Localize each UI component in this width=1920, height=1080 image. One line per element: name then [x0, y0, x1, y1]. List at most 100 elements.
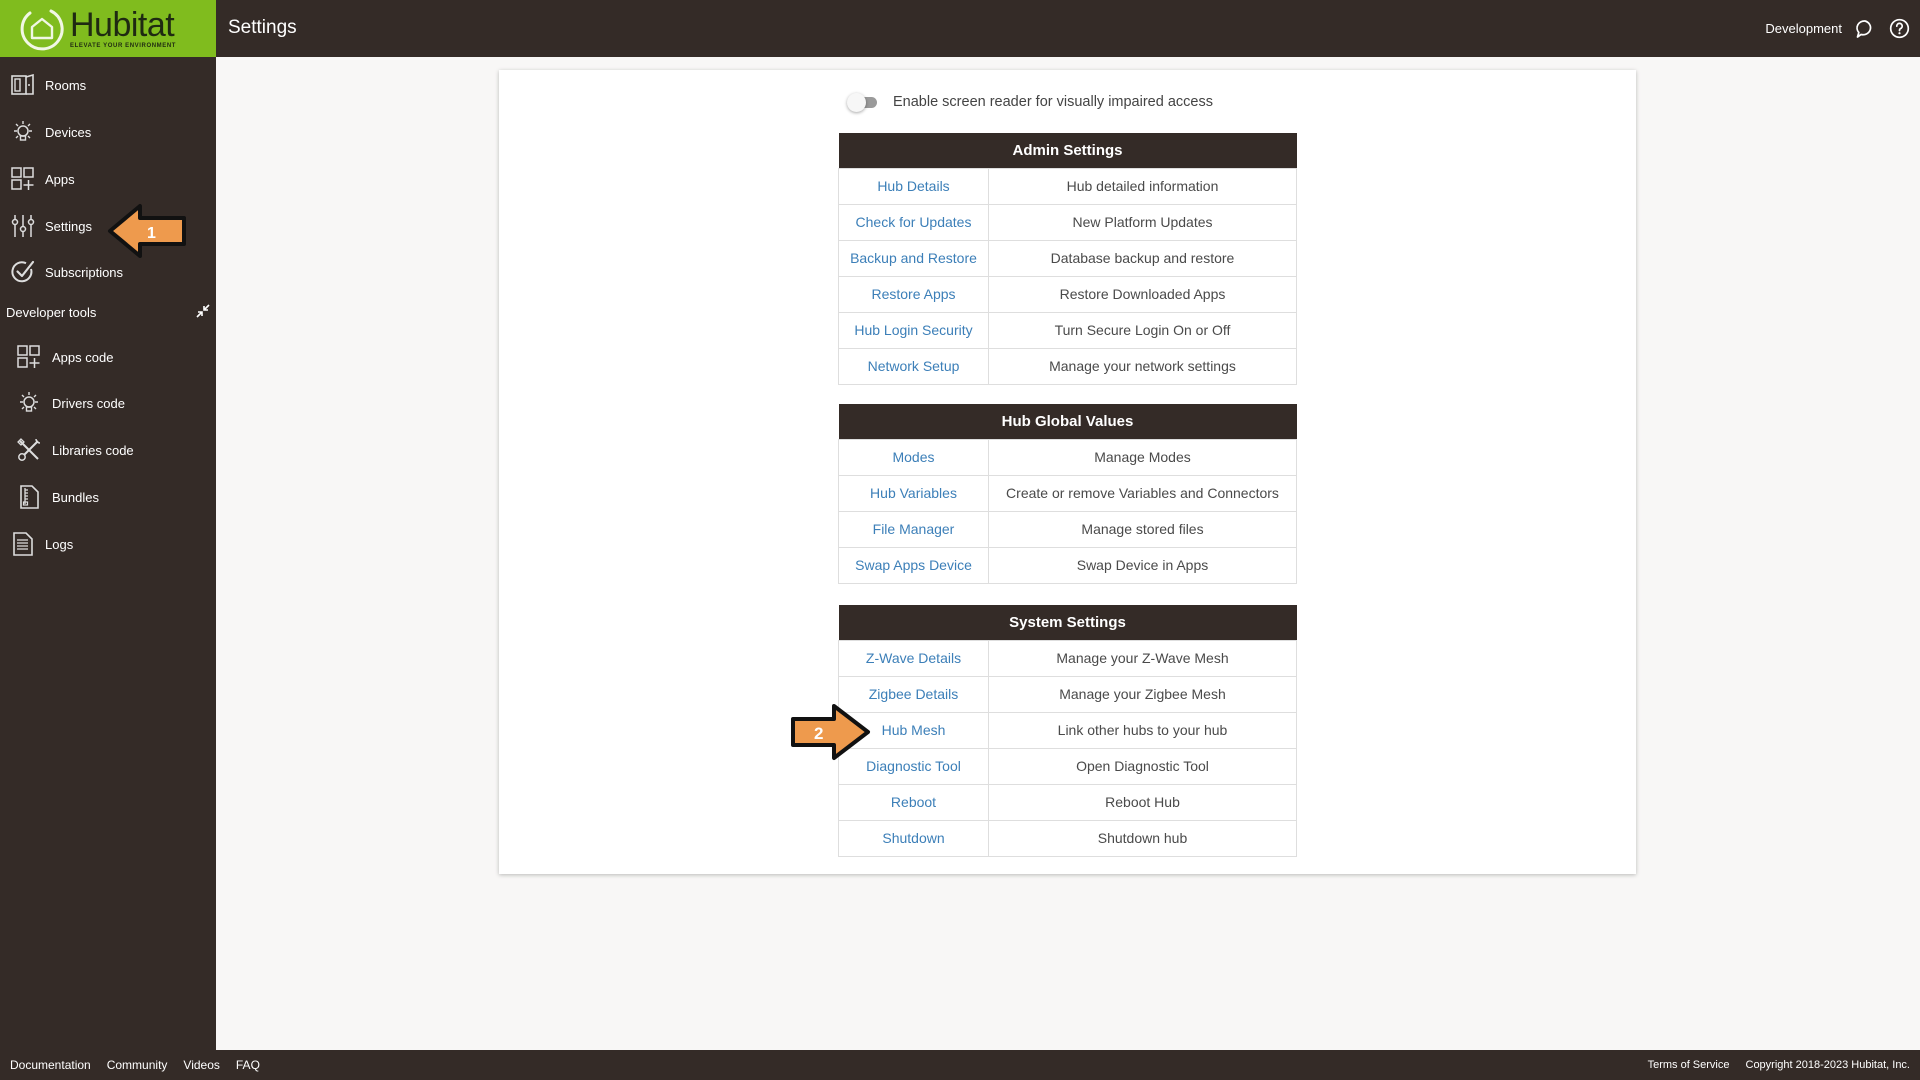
settings-row: Reboot Reboot Hub [838, 783, 1297, 821]
settings-link-check-for-updates[interactable]: Check for Updates [838, 203, 989, 241]
document-icon [11, 532, 35, 556]
sidebar-item-apps-code[interactable]: Apps code [0, 338, 216, 376]
sidebar-item-drivers-code[interactable]: Drivers code [0, 384, 216, 422]
admin-settings-table: Admin Settings Hub Details Hub detailed i… [838, 133, 1297, 385]
settings-row: File Manager Manage stored files [838, 510, 1297, 548]
help-icon[interactable] [1888, 18, 1910, 40]
collapse-icon[interactable] [196, 304, 210, 321]
sidebar-item-label: Settings [45, 218, 92, 234]
section-title: Admin Settings [838, 133, 1297, 168]
settings-description: Restore Downloaded Apps [988, 275, 1297, 313]
sidebar-item-libraries-code[interactable]: Libraries code [0, 431, 216, 469]
annotation-label-2: 2 [814, 724, 823, 743]
sidebar-item-label: Apps [45, 171, 75, 187]
sidebar-item-logs[interactable]: Logs [0, 525, 216, 563]
settings-row: Z-Wave Details Manage your Z-Wave Mesh [838, 639, 1297, 677]
developer-tools-header[interactable]: Developer tools [6, 304, 210, 321]
settings-row: Swap Apps Device Swap Device in Apps [838, 546, 1297, 584]
settings-description: Manage stored files [988, 510, 1297, 548]
screen-reader-toggle-label: Enable screen reader for visually impair… [893, 94, 1213, 110]
hub-global-values-table: Hub Global Values Modes Manage Modes Hub V… [838, 404, 1297, 584]
footer: Documentation Community Videos FAQ Terms… [0, 1050, 1920, 1080]
sidebar-item-label: Drivers code [52, 395, 125, 411]
sidebar-item-label: Rooms [45, 77, 87, 93]
settings-link-file-manager[interactable]: File Manager [838, 510, 989, 548]
settings-description: New Platform Updates [988, 203, 1297, 241]
sidebar-item-label: Apps code [52, 349, 114, 365]
settings-link-hub-details[interactable]: Hub Details [838, 167, 989, 205]
screen-reader-toggle-row: Enable screen reader for visually impair… [847, 92, 1213, 112]
lightbulb-icon [11, 120, 35, 144]
settings-row: Diagnostic Tool Open Diagnostic Tool [838, 747, 1297, 785]
settings-link-backup-and-restore[interactable]: Backup and Restore [838, 239, 989, 277]
sidebar-item-apps[interactable]: Apps [0, 160, 216, 198]
footer-link-videos[interactable]: Videos [183, 1058, 219, 1072]
hub-environment-label: Development [1765, 21, 1842, 36]
system-settings-table: System Settings Z-Wave Details Manage you… [838, 605, 1297, 857]
sidebar-item-label: Devices [45, 124, 92, 140]
settings-link-restore-apps[interactable]: Restore Apps [838, 275, 989, 313]
section-title: System Settings [838, 605, 1297, 640]
settings-link-swap-apps-device[interactable]: Swap Apps Device [838, 546, 989, 584]
settings-link-modes[interactable]: Modes [838, 438, 989, 476]
settings-row: Backup and Restore Database backup and re… [838, 239, 1297, 277]
developer-tools-label: Developer tools [6, 305, 97, 320]
logo-word: Hubitat [70, 6, 175, 44]
sidebar-item-devices[interactable]: Devices [0, 113, 216, 151]
sidebar: Rooms Devices Apps Settings Subscription… [0, 57, 216, 1050]
annotation-arrow-1: 1 [108, 204, 186, 258]
settings-description: Manage your Zigbee Mesh [988, 675, 1297, 713]
hubitat-logo[interactable]: Hubitat ELEVATE YOUR ENVIRONMENT [0, 0, 216, 57]
settings-description: Manage your network settings [988, 347, 1297, 385]
chat-bubble-icon[interactable] [1854, 18, 1876, 40]
settings-description: Hub detailed information [988, 167, 1297, 205]
settings-description: Manage Modes [988, 438, 1297, 476]
sidebar-item-rooms[interactable]: Rooms [0, 66, 216, 104]
settings-description: Create or remove Variables and Connector… [988, 474, 1297, 512]
settings-row: Modes Manage Modes [838, 438, 1297, 476]
settings-row: Hub Variables Create or remove Variables … [838, 474, 1297, 512]
apps-grid-icon [11, 167, 35, 191]
sliders-icon [11, 214, 35, 238]
page-title: Settings [228, 17, 297, 38]
copyright-text: Copyright 2018-2023 Hubitat, Inc. [1745, 1059, 1911, 1071]
footer-link-faq[interactable]: FAQ [236, 1058, 260, 1072]
house-logo-icon [18, 5, 66, 53]
settings-description: Swap Device in Apps [988, 546, 1297, 584]
sidebar-item-label: Libraries code [52, 442, 134, 458]
annotation-arrow-2: 2 [791, 704, 870, 760]
settings-row: Zigbee Details Manage your Zigbee Mesh [838, 675, 1297, 713]
sidebar-item-label: Bundles [52, 489, 99, 505]
settings-description: Turn Secure Login On or Off [988, 311, 1297, 349]
settings-description: Shutdown hub [988, 819, 1297, 857]
terms-of-service-link[interactable]: Terms of Service [1648, 1059, 1730, 1071]
check-circle-icon [11, 260, 35, 284]
settings-description: Open Diagnostic Tool [988, 747, 1297, 785]
sidebar-item-label: Logs [45, 536, 74, 552]
settings-link-hub-login-security[interactable]: Hub Login Security [838, 311, 989, 349]
footer-link-community[interactable]: Community [107, 1058, 168, 1072]
settings-link-reboot[interactable]: Reboot [838, 783, 989, 821]
settings-row: Hub Login Security Turn Secure Login On o… [838, 311, 1297, 349]
screen-reader-toggle[interactable] [847, 92, 879, 112]
settings-link-shutdown[interactable]: Shutdown [838, 819, 989, 857]
settings-row: Check for Updates New Platform Updates [838, 203, 1297, 241]
sidebar-item-bundles[interactable]: Bundles [0, 478, 216, 516]
settings-description: Database backup and restore [988, 239, 1297, 277]
settings-card: Enable screen reader for visually impair… [499, 70, 1636, 874]
settings-link-hub-variables[interactable]: Hub Variables [838, 474, 989, 512]
settings-description: Reboot Hub [988, 783, 1297, 821]
rooms-icon [11, 73, 35, 97]
settings-link-network-setup[interactable]: Network Setup [838, 347, 989, 385]
settings-row: Hub Details Hub detailed information [838, 167, 1297, 205]
section-title: Hub Global Values [838, 404, 1297, 439]
settings-link-z-wave-details[interactable]: Z-Wave Details [838, 639, 989, 677]
footer-link-documentation[interactable]: Documentation [10, 1058, 91, 1072]
apps-grid-icon [17, 345, 41, 369]
settings-row: Restore Apps Restore Downloaded Apps [838, 275, 1297, 313]
top-header: Hubitat ELEVATE YOUR ENVIRONMENT Setting… [0, 0, 1920, 57]
sidebar-item-label: Subscriptions [45, 264, 124, 280]
settings-row: Shutdown Shutdown hub [838, 819, 1297, 857]
bundle-icon [17, 485, 41, 509]
settings-description: Link other hubs to your hub [988, 711, 1297, 749]
